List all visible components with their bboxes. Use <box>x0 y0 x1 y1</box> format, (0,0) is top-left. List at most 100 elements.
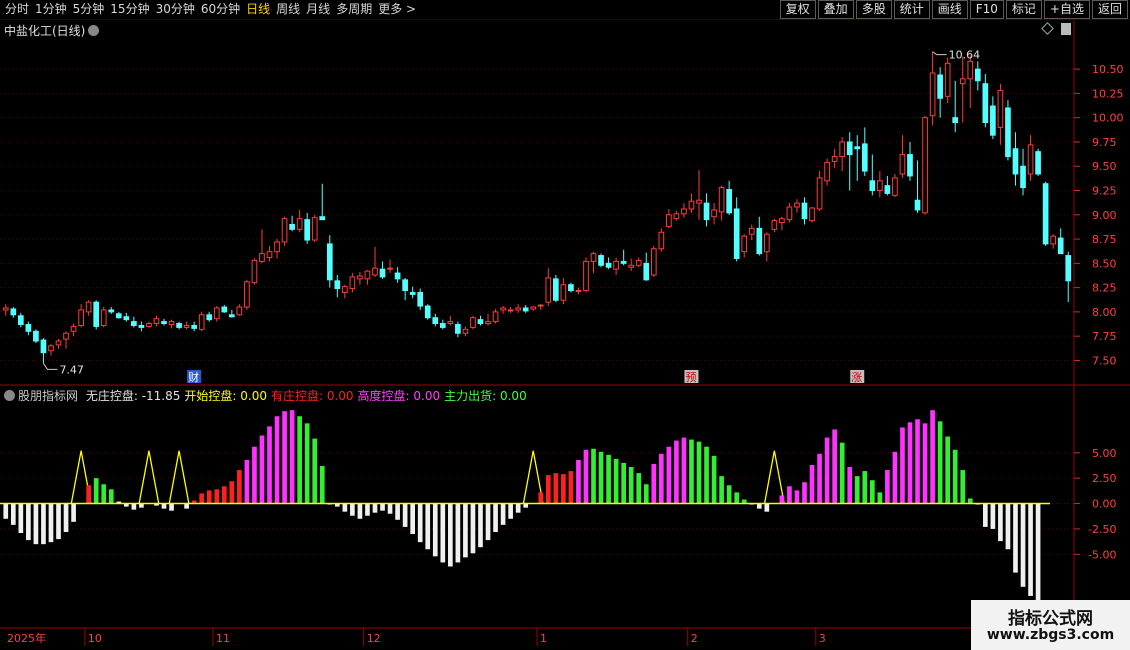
candle-body <box>387 267 393 270</box>
indicator-bar <box>824 437 830 504</box>
price-tick-label: 10.50 <box>1092 63 1124 76</box>
indicator-bar <box>1013 503 1018 573</box>
indicator-bar <box>726 485 732 504</box>
kline-chart[interactable]: 10.5010.2510.009.759.509.259.008.758.508… <box>0 0 1130 650</box>
watermark-title: 指标公式网 <box>1008 609 1093 629</box>
indicator-tick-label: -5.00 <box>1088 548 1116 561</box>
price-tick-label: 8.25 <box>1092 282 1117 295</box>
indicator-bar <box>636 473 642 504</box>
indicator-bar <box>787 486 792 504</box>
date-label: 2025年 <box>7 631 46 645</box>
indicator-bar <box>485 503 491 541</box>
candle-body <box>206 314 213 321</box>
candle-body <box>357 275 363 280</box>
candle-body <box>1057 237 1064 255</box>
candle-body <box>809 207 815 222</box>
candle-body <box>85 301 92 313</box>
candle-body <box>379 268 386 278</box>
candle-body <box>40 339 47 354</box>
indicator-bar <box>206 490 212 504</box>
chevron-down-icon[interactable] <box>88 25 100 36</box>
indicator-bar <box>779 495 785 504</box>
candle-body <box>131 321 137 326</box>
indicator-bar <box>410 503 416 535</box>
candle-body <box>952 117 959 124</box>
candle-body <box>861 143 868 172</box>
candle-body <box>537 304 544 307</box>
indicator-bar <box>666 446 672 504</box>
candle-body <box>877 180 883 192</box>
candle-body <box>10 308 17 316</box>
indicator-bar <box>915 419 920 504</box>
price-tick-label: 9.00 <box>1092 209 1117 222</box>
indicator-tick-label: 5.00 <box>1092 447 1117 460</box>
candle-body <box>462 328 469 334</box>
indicator-value-4: 主力出货: 0.00 <box>444 389 527 403</box>
indicator-bar <box>952 449 958 504</box>
candle-body <box>183 324 190 328</box>
indicator-bar <box>417 503 423 543</box>
candle-body <box>447 321 454 325</box>
candle-body <box>929 72 936 117</box>
indicator-bar <box>448 503 453 567</box>
indicator-bar <box>704 446 709 504</box>
indicator-bar <box>455 503 461 563</box>
candle-body <box>590 253 597 262</box>
candle-body <box>266 251 273 259</box>
indicator-bar <box>342 503 348 512</box>
price-tick-label: 10.25 <box>1092 87 1124 100</box>
candle-body <box>824 161 830 182</box>
indicator-bar <box>598 451 604 504</box>
date-label: 12 <box>367 632 381 645</box>
indicator-bar <box>568 471 574 504</box>
candle-body <box>583 260 589 292</box>
candle-body <box>892 177 898 196</box>
candle-body <box>198 314 205 330</box>
candle-body <box>244 281 250 308</box>
candle-body <box>432 317 439 325</box>
indicator-bar <box>689 439 694 504</box>
candle-body <box>703 202 710 221</box>
indicator-bar <box>395 503 400 520</box>
price-tick-label: 7.75 <box>1092 330 1117 343</box>
candle-body <box>138 324 145 328</box>
candle-body <box>937 74 943 99</box>
indicator-bar <box>274 416 280 504</box>
price-tick-label: 10.00 <box>1092 112 1124 125</box>
indicator-bar <box>583 449 589 504</box>
candle-body <box>515 307 521 311</box>
candle-body <box>485 321 491 325</box>
chevron-down-icon[interactable] <box>4 390 15 401</box>
candle-body <box>168 321 175 326</box>
indicator-bar <box>907 422 913 504</box>
indicator-name[interactable]: 股朋指标网 <box>18 389 78 403</box>
indicator-bar <box>802 482 807 504</box>
indicator-bar <box>1028 503 1033 596</box>
candle-body <box>213 307 220 320</box>
candle-body <box>982 83 989 124</box>
indicator-bar <box>237 470 242 504</box>
stock-title[interactable]: 中盐化工(日线) <box>4 22 100 39</box>
indicator-bar <box>809 464 815 504</box>
indicator-bar <box>839 442 845 504</box>
indicator-bar <box>922 423 928 504</box>
indicator-bar <box>267 426 272 504</box>
indicator-bar <box>41 503 46 545</box>
indicator-bar <box>244 459 250 504</box>
candle-body <box>560 284 567 301</box>
price-tick-label: 9.50 <box>1092 160 1117 173</box>
indicator-bar <box>945 436 951 504</box>
price-tick-label: 7.50 <box>1092 354 1117 367</box>
indicator-bar <box>651 463 657 504</box>
candle-body <box>779 218 785 224</box>
candle-body <box>25 324 32 332</box>
candle-body <box>1012 148 1019 175</box>
scroll-thumb[interactable] <box>1061 23 1071 35</box>
candle-body <box>55 340 62 346</box>
indicator-bar <box>93 478 99 504</box>
candle-body <box>959 78 966 85</box>
indicator-bar <box>350 503 355 516</box>
candle-body <box>650 248 657 276</box>
candle-body <box>123 316 130 321</box>
candle-body <box>33 330 39 342</box>
